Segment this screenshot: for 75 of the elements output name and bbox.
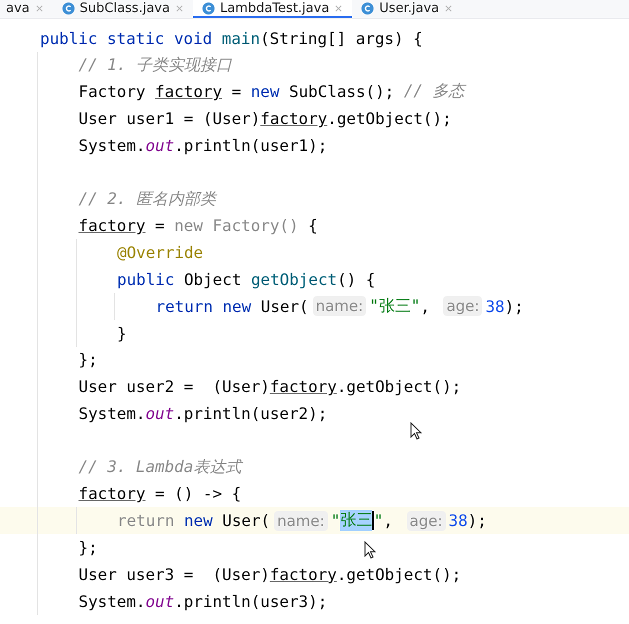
string-literal: "张三" bbox=[369, 296, 420, 317]
code-text: (String[] args) { bbox=[260, 28, 423, 48]
code-text: ); bbox=[504, 296, 524, 316]
string-literal: " bbox=[374, 511, 384, 530]
keyword: return new bbox=[156, 296, 252, 316]
parameter-hint: name: bbox=[274, 510, 328, 531]
code-text: Object bbox=[184, 270, 242, 290]
keyword: public bbox=[117, 270, 176, 290]
variable-name: factory bbox=[270, 377, 337, 396]
code-text: .getObject(); bbox=[336, 377, 462, 396]
code-text: System. bbox=[78, 136, 146, 156]
close-icon[interactable] bbox=[174, 4, 184, 12]
code-text: }; bbox=[78, 350, 98, 370]
variable-name: factory bbox=[155, 82, 222, 102]
field-name: out bbox=[145, 592, 174, 611]
code-text: User( bbox=[260, 296, 309, 316]
code-text: = bbox=[230, 82, 242, 102]
code-text: SubClass(); bbox=[289, 82, 396, 102]
text-cursor bbox=[372, 511, 374, 530]
code-text: System. bbox=[78, 404, 146, 424]
code-text: System. bbox=[78, 592, 146, 611]
selected-text: 张三 bbox=[340, 510, 372, 532]
code-text: ); bbox=[468, 511, 487, 530]
parameter-hint: age: bbox=[406, 510, 446, 531]
code-text: = bbox=[154, 216, 166, 236]
code-text: { bbox=[307, 216, 318, 236]
code-text: }; bbox=[78, 538, 98, 558]
code-text: .println(user1); bbox=[174, 136, 328, 156]
field-name: out bbox=[145, 404, 174, 424]
editor-tab[interactable]: ava bbox=[0, 0, 53, 18]
string-literal: " bbox=[330, 511, 340, 530]
code-text: User user2 = (User) bbox=[78, 377, 270, 396]
code-comment: // 2. 匿名内部类 bbox=[78, 188, 216, 210]
variable-name: factory bbox=[260, 109, 328, 128]
method-name: main bbox=[222, 28, 260, 48]
editor-tab[interactable]: User.java bbox=[352, 0, 462, 18]
code-text: .getObject(); bbox=[327, 109, 452, 128]
keyword: new bbox=[184, 511, 214, 530]
code-text: () { bbox=[337, 270, 376, 290]
code-text: User user3 = (User) bbox=[78, 564, 270, 584]
code-text: , bbox=[383, 511, 394, 530]
code-text: } bbox=[117, 324, 127, 343]
class-icon bbox=[202, 2, 215, 14]
variable-name: factory bbox=[78, 484, 146, 504]
code-text: .println(user3); bbox=[174, 592, 328, 611]
close-icon[interactable] bbox=[444, 4, 454, 12]
close-icon[interactable] bbox=[334, 4, 344, 12]
number-literal: 38 bbox=[448, 511, 468, 530]
editor-tab[interactable]: SubClass.java bbox=[52, 0, 193, 18]
annotation: @Override bbox=[117, 243, 204, 262]
variable-name: factory bbox=[78, 216, 146, 236]
code-text: .getObject(); bbox=[336, 564, 462, 584]
keyword: public static void bbox=[40, 28, 214, 48]
code-text: User user1 = (User) bbox=[78, 109, 260, 128]
mouse-pointer-icon bbox=[364, 541, 376, 559]
mouse-pointer-icon bbox=[410, 422, 422, 440]
field-name: out bbox=[145, 136, 174, 156]
parameter-hint: age: bbox=[443, 296, 482, 316]
editor-tab[interactable]: LambdaTest.java bbox=[192, 0, 352, 18]
code-comment: // 多态 bbox=[404, 81, 465, 102]
unused-code: new Factory() bbox=[174, 216, 299, 236]
code-text: , bbox=[420, 296, 431, 316]
code-text: = () -> { bbox=[154, 484, 242, 504]
unused-code: return bbox=[117, 511, 176, 530]
code-text: .println(user2); bbox=[174, 404, 328, 424]
code-comment: // 1. 子类实现接口 bbox=[78, 54, 232, 76]
code-text: User( bbox=[222, 511, 270, 530]
variable-name: factory bbox=[270, 564, 337, 584]
keyword: new bbox=[250, 82, 280, 102]
code-comment: // 3. Lambda表达式 bbox=[78, 456, 242, 478]
number-literal: 38 bbox=[485, 296, 505, 316]
method-name: getObject bbox=[250, 270, 338, 290]
close-icon[interactable] bbox=[34, 4, 44, 12]
parameter-hint: name: bbox=[312, 296, 366, 316]
code-text: Factory bbox=[78, 82, 146, 102]
